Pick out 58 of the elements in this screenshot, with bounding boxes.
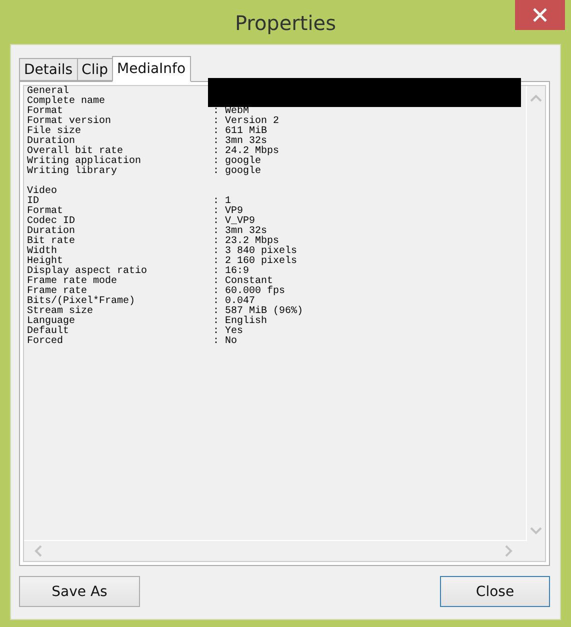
field-label: Width [27,247,58,257]
scroll-up-icon[interactable] [530,94,542,102]
field-label: Display aspect ratio [27,267,148,277]
field-label: Frame rate [27,287,88,297]
field-label: Default [27,327,70,337]
field-label: Format [27,207,64,217]
tab[interactable]: Clip [76,58,113,81]
field-value: : Yes [213,327,244,337]
field-value: : 1 [213,197,232,207]
field-label: File size [27,127,82,137]
field-value: : 611 MiB [213,127,268,137]
field-value: : 3mn 32s [213,137,268,147]
close-dialog-button[interactable]: Close [440,576,550,607]
section-heading: Video [27,187,58,197]
scroll-right-icon[interactable] [505,545,513,557]
field-label: Overall bit rate [27,147,124,157]
field-value: : 2 160 pixels [213,257,298,267]
field-value: : google [213,157,262,167]
field-value: : 0.047 [213,297,256,307]
field-label: Format [27,107,64,117]
field-value: : Version 2 [213,117,280,127]
field-label: Writing library [27,167,118,177]
field-label: Frame rate mode [27,277,118,287]
field-value: : 3 840 pixels [213,247,298,257]
field-value: : Constant [213,277,274,287]
save-as-button[interactable]: Save As [19,576,140,607]
tab[interactable]: MediaInfo [112,56,191,82]
field-value: : 16:9 [213,267,250,277]
field-label: Duration [27,137,76,147]
field-value: : English [213,317,268,327]
field-value: : google [213,167,262,177]
field-label: Writing application [27,157,142,167]
field-label: Bits/(Pixel*Frame) [27,297,136,307]
field-value: : 587 MiB (96%) [213,307,304,317]
field-label: Height [27,257,64,267]
field-label: Bit rate [27,237,76,247]
tab[interactable]: Details [19,58,78,81]
field-label: Stream size [27,307,94,317]
field-label: ID [27,197,40,207]
field-value: : VP9 [213,207,244,217]
window-title: Properties [234,11,336,35]
field-label: Complete name [27,97,106,107]
field-value: : 23.2 Mbps [213,237,280,247]
field-label: Codec ID [27,217,76,227]
close-icon [533,8,547,22]
field-value: : 3mn 32s [213,227,268,237]
field-value: : V_VP9 [213,217,256,227]
close-button[interactable] [515,0,565,30]
field-label: Language [27,317,76,327]
field-label: Format version [27,117,112,127]
scroll-down-icon[interactable] [530,527,542,535]
field-value: : 60.000 fps [213,287,286,297]
field-value: : 24.2 Mbps [213,147,280,157]
field-label: Duration [27,227,76,237]
scroll-left-icon[interactable] [34,545,42,557]
field-value: : No [213,337,238,347]
section-heading: General [27,87,70,97]
field-label: Forced [27,337,64,347]
